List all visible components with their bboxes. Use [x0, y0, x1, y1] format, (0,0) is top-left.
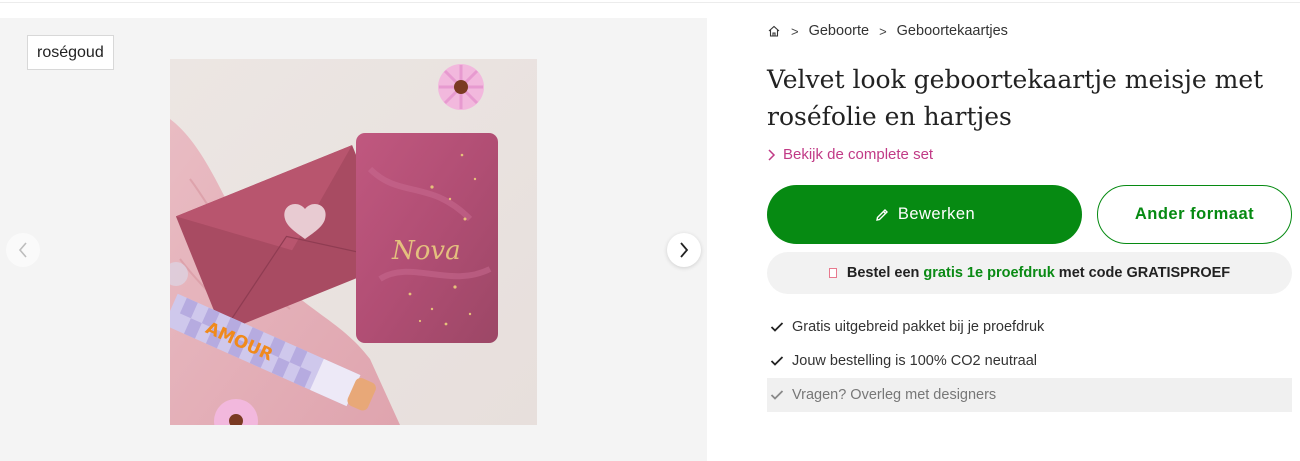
promo-suffix: met code GRATISPROEF [1058, 265, 1231, 281]
product-title: Velvet look geboortekaartje meisje met r… [767, 65, 1264, 131]
breadcrumb: > Geboorte > Geboortekaartjes [767, 23, 1008, 39]
promo-prefix: Bestel een [846, 265, 920, 281]
usp-item-contact-designers[interactable]: Vragen? Overleg met designers [767, 378, 1292, 412]
gift-icon [828, 268, 837, 278]
check-icon [770, 356, 784, 366]
breadcrumb-item-geboorte[interactable]: Geboorte [809, 23, 869, 39]
check-icon [770, 390, 784, 400]
product-photo-illustration: Nova AMOUR [170, 59, 537, 425]
home-icon[interactable] [767, 24, 781, 38]
check-icon [770, 322, 784, 332]
next-image-button[interactable] [667, 233, 701, 267]
other-format-button[interactable]: Ander formaat [1097, 185, 1292, 244]
color-variant-tag: roségoud [27, 35, 114, 70]
usp-text: Jouw bestelling is 100% CO2 neutraal [792, 353, 1038, 369]
usp-text: Vragen? Overleg met designers [792, 387, 997, 403]
promo-highlight: gratis 1e proefdruk [923, 265, 1055, 281]
usp-text: Gratis uitgebreid pakket bij je proefdru… [792, 319, 1045, 335]
usp-item: Gratis uitgebreid pakket bij je proefdru… [767, 310, 1292, 344]
breadcrumb-separator: > [791, 23, 799, 39]
chevron-right-icon [768, 148, 776, 161]
pencil-icon [875, 208, 888, 221]
breadcrumb-item-geboortekaartjes[interactable]: Geboortekaartjes [897, 23, 1008, 39]
product-photo[interactable]: Nova AMOUR [170, 59, 537, 425]
promo-banner: Bestel een gratis 1e proefdruk met code … [767, 252, 1292, 294]
usp-item: Jouw bestelling is 100% CO2 neutraal [767, 344, 1292, 378]
chevron-right-icon [680, 242, 689, 258]
edit-button-label: Bewerken [897, 205, 976, 223]
top-border [0, 0, 1300, 3]
view-complete-set-link[interactable]: Bekijk de complete set [767, 146, 933, 163]
product-gallery: roségoud Nova AMOUR [0, 18, 707, 461]
breadcrumb-separator: > [879, 23, 887, 39]
previous-image-button[interactable] [6, 233, 40, 267]
edit-button[interactable]: Bewerken [767, 185, 1082, 244]
card-script-text: Nova [391, 236, 461, 266]
chevron-left-icon [18, 242, 27, 258]
view-complete-set-label: Bekijk de complete set [783, 146, 934, 163]
